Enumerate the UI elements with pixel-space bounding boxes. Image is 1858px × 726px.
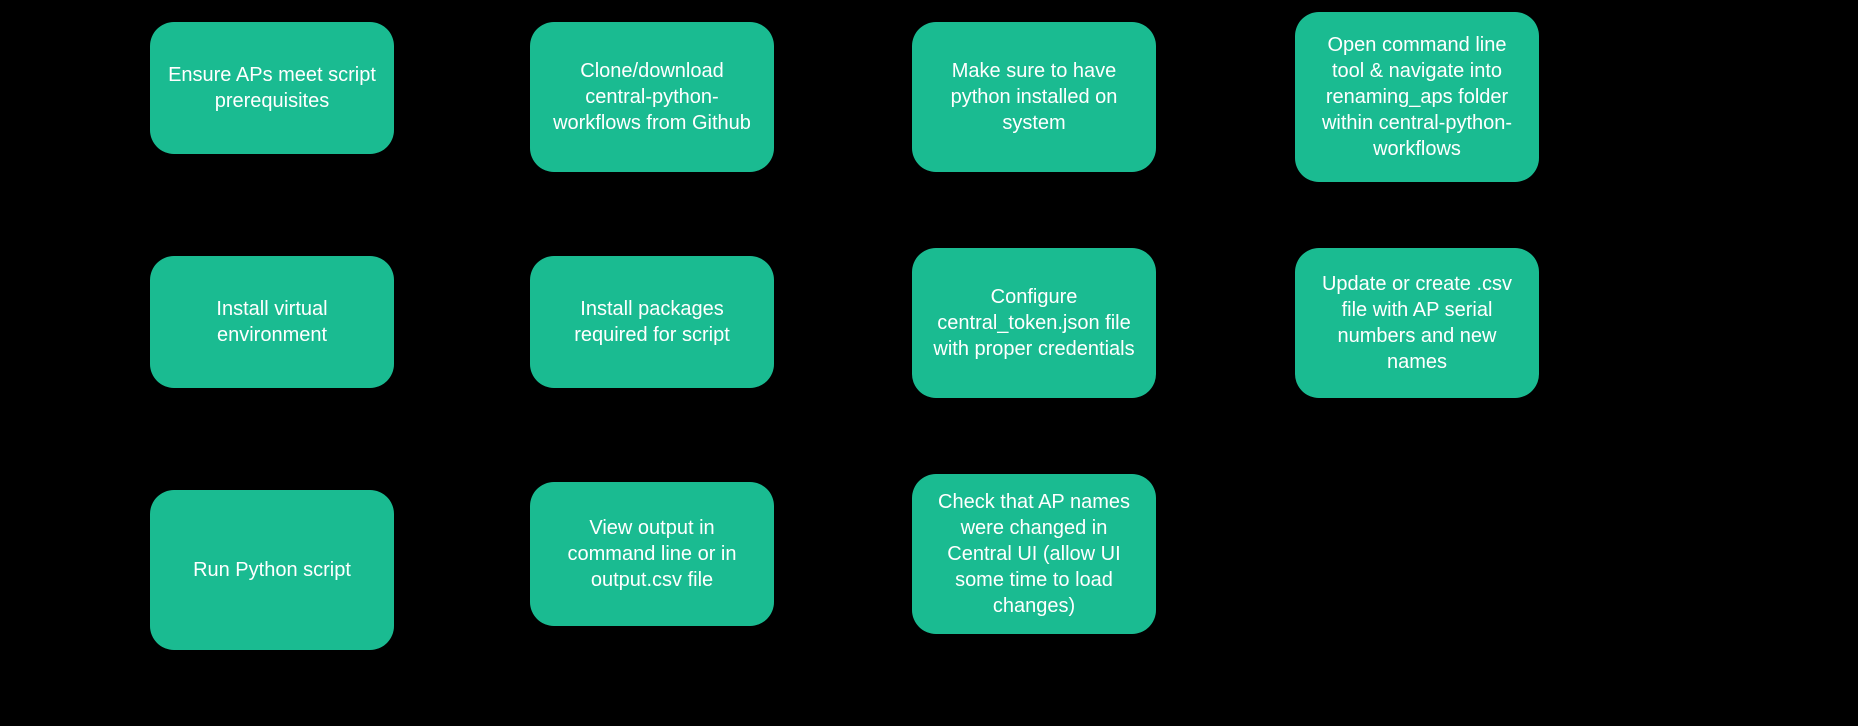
step-clone-repo: Clone/download central-python-workflows … bbox=[530, 22, 774, 172]
step-prerequisites: Ensure APs meet script prerequisites bbox=[150, 22, 394, 154]
step-label: Open command line tool & navigate into r… bbox=[1313, 32, 1521, 162]
step-label: Run Python script bbox=[193, 557, 351, 583]
step-view-output: View output in command line or in output… bbox=[530, 482, 774, 626]
step-python-installed: Make sure to have python installed on sy… bbox=[912, 22, 1156, 172]
step-label: Install packages required for script bbox=[548, 296, 756, 348]
step-verify-central-ui: Check that AP names were changed in Cent… bbox=[912, 474, 1156, 634]
step-update-csv: Update or create .csv file with AP seria… bbox=[1295, 248, 1539, 398]
step-open-cli-navigate: Open command line tool & navigate into r… bbox=[1295, 12, 1539, 182]
workflow-diagram: Ensure APs meet script prerequisites Clo… bbox=[0, 0, 1858, 726]
step-install-packages: Install packages required for script bbox=[530, 256, 774, 388]
step-label: Check that AP names were changed in Cent… bbox=[930, 489, 1138, 619]
step-label: Update or create .csv file with AP seria… bbox=[1313, 271, 1521, 375]
step-label: Clone/download central-python-workflows … bbox=[548, 58, 756, 136]
step-label: Configure central_token.json file with p… bbox=[930, 284, 1138, 362]
step-run-script: Run Python script bbox=[150, 490, 394, 650]
step-label: Install virtual environment bbox=[168, 296, 376, 348]
step-install-virtualenv: Install virtual environment bbox=[150, 256, 394, 388]
step-label: Ensure APs meet script prerequisites bbox=[168, 62, 376, 114]
step-label: View output in command line or in output… bbox=[548, 515, 756, 593]
step-configure-token: Configure central_token.json file with p… bbox=[912, 248, 1156, 398]
step-label: Make sure to have python installed on sy… bbox=[930, 58, 1138, 136]
